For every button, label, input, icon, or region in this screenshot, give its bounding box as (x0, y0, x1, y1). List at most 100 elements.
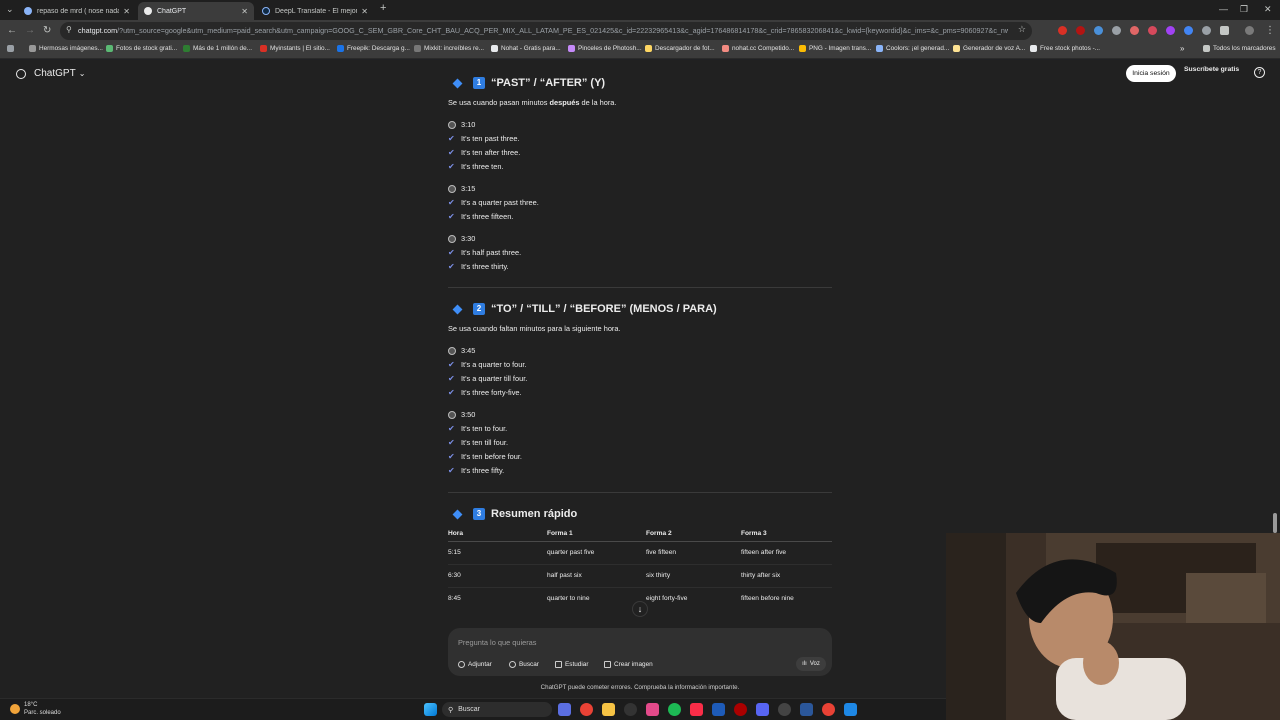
word-icon[interactable] (800, 703, 813, 716)
bookmark-item[interactable]: PNG - Imagen trans... (799, 45, 871, 52)
bookmarks-overflow-button[interactable]: » (1180, 44, 1184, 53)
study-button[interactable]: Estudiar (555, 658, 588, 671)
copilot-icon[interactable] (558, 703, 571, 716)
chrome-icon[interactable] (822, 703, 835, 716)
spotify-icon[interactable] (668, 703, 681, 716)
list-item: ✔ It's three fifty. (448, 466, 505, 475)
bookmark-item[interactable]: Generador de voz A... (953, 45, 1025, 52)
close-icon[interactable]: ✕ (123, 7, 130, 16)
extension-icon[interactable] (1058, 26, 1067, 35)
bookmark-item[interactable]: Myinstants | El sitio... (260, 45, 330, 52)
app-icon[interactable] (624, 703, 637, 716)
extension-icon[interactable] (1112, 26, 1121, 35)
app-icon[interactable] (646, 703, 659, 716)
table-cell: eight forty-five (646, 595, 688, 602)
list-item: ✔ It's ten after three. (448, 148, 521, 157)
discord-icon[interactable] (756, 703, 769, 716)
bookmark-star-icon[interactable]: ☆ (1018, 24, 1026, 35)
subscribe-button[interactable]: Suscríbete gratis (1184, 66, 1239, 73)
extension-icon[interactable] (1076, 26, 1085, 35)
close-icon[interactable]: ✕ (241, 7, 248, 16)
forward-icon[interactable]: → (25, 25, 35, 36)
prompt-input[interactable]: Pregunta lo que quieras (458, 638, 536, 647)
file-explorer-icon[interactable] (602, 703, 615, 716)
check-icon: ✔ (448, 212, 455, 221)
bookmark-item[interactable]: Pinceles de Photosh... (568, 45, 642, 52)
bookmark-item[interactable]: Fotos de stock grati... (106, 45, 177, 52)
music-icon[interactable] (690, 703, 703, 716)
prompt-composer[interactable]: Pregunta lo que quieras Adjuntar Buscar … (448, 628, 832, 676)
app-icon[interactable] (778, 703, 791, 716)
app-icon[interactable] (844, 703, 857, 716)
page-scrollbar[interactable] (1273, 513, 1277, 533)
globe-icon (509, 661, 516, 668)
app-icon[interactable] (734, 703, 747, 716)
image-icon (604, 661, 611, 668)
extension-icon[interactable] (1130, 26, 1139, 35)
table-cell: fifteen after five (741, 549, 787, 556)
bookmark-item[interactable]: Coolors: ¡el generad... (876, 45, 949, 52)
chrome-icon[interactable] (580, 703, 593, 716)
book-icon (555, 661, 562, 668)
close-window-button[interactable]: ✕ (1264, 4, 1272, 15)
bookmark-item[interactable]: Más de 1 millón de... (183, 45, 252, 52)
check-icon: ✔ (448, 438, 455, 447)
extension-icon[interactable] (1148, 26, 1157, 35)
bookmark-item[interactable]: Mixkit: increíbles re... (414, 45, 484, 52)
extension-icon[interactable] (1184, 26, 1193, 35)
tab-repaso[interactable]: repaso de mrd ( nose nada) - F ✕ (18, 2, 136, 20)
extension-icon[interactable] (1094, 26, 1103, 35)
attach-button[interactable]: Adjuntar (458, 658, 492, 671)
tab-deepl[interactable]: DeepL Translate - El mejor trad ✕ (256, 2, 374, 20)
bookmark-item[interactable]: Hermosas imágenes... (29, 45, 103, 52)
reload-icon[interactable]: ↻ (43, 25, 51, 36)
tab-search-icon[interactable]: ⌄ (6, 4, 14, 15)
back-icon[interactable]: ← (7, 25, 17, 36)
search-button[interactable]: Buscar (509, 658, 539, 671)
table-cell: thirty after six (741, 572, 781, 579)
bookmark-item[interactable]: Nohat - Gratis para... (491, 45, 561, 52)
list-item: ✔ It's ten to four. (448, 424, 508, 433)
help-icon[interactable]: ? (1254, 67, 1265, 78)
taskbar-search[interactable]: ⚲ Buscar (442, 702, 552, 717)
section-heading-summary: 3 Resumen rápido (448, 508, 577, 520)
extension-icon[interactable] (1202, 26, 1211, 35)
menu-dots-icon[interactable]: ⋮ (1265, 25, 1275, 36)
site-info-icon[interactable]: ⚲ (66, 25, 72, 34)
list-item: ✔ It's ten past three. (448, 134, 520, 143)
new-tab-button[interactable]: + (380, 2, 386, 14)
bookmark-item[interactable]: Free stock photos -... (1030, 45, 1100, 52)
login-button[interactable]: Inicia sesión (1126, 65, 1176, 82)
time-label: 3:15 (448, 184, 475, 193)
check-icon: ✔ (448, 162, 455, 171)
create-image-button[interactable]: Crear imagen (604, 658, 653, 671)
apps-grid-icon[interactable] (7, 45, 17, 52)
weather-widget[interactable]: 18°C Parc. soleado (10, 701, 61, 717)
table-header: Forma 3 (741, 530, 767, 537)
app-icon[interactable] (712, 703, 725, 716)
minimize-button[interactable]: — (1219, 4, 1228, 14)
all-bookmarks-folder[interactable]: Todos los marcadores (1203, 45, 1276, 52)
tab-chatgpt[interactable]: ChatGPT ✕ (138, 2, 254, 20)
scroll-to-bottom-button[interactable]: ↓ (632, 601, 648, 617)
bookmark-item[interactable]: Descargador de fot... (645, 45, 715, 52)
maximize-button[interactable]: ❐ (1240, 4, 1248, 15)
table-header: Forma 2 (646, 530, 672, 537)
extension-icon[interactable] (1166, 26, 1175, 35)
extensions-puzzle-icon[interactable] (1220, 26, 1229, 35)
address-bar[interactable]: ⚲ chatgpt.com/?utm_source=google&utm_med… (60, 22, 1032, 40)
table-divider (448, 541, 832, 542)
waveform-icon: ılı (802, 661, 807, 667)
app-model-selector[interactable]: ChatGPT ⌄ (16, 68, 85, 79)
section-divider (448, 492, 832, 493)
bookmark-item[interactable]: nohat.cc Competido... (722, 45, 794, 52)
profile-avatar[interactable] (1245, 26, 1254, 35)
voice-button[interactable]: ılı Voz (796, 657, 826, 671)
close-icon[interactable]: ✕ (361, 7, 368, 16)
url-text: chatgpt.com/?utm_source=google&utm_mediu… (78, 26, 1008, 35)
windows-start-icon[interactable] (424, 703, 437, 716)
bookmark-item[interactable]: Freepik: Descarga g... (337, 45, 410, 52)
table-header: Forma 1 (547, 530, 573, 537)
time-label: 3:45 (448, 346, 475, 355)
table-cell: fifteen before nine (741, 595, 794, 602)
